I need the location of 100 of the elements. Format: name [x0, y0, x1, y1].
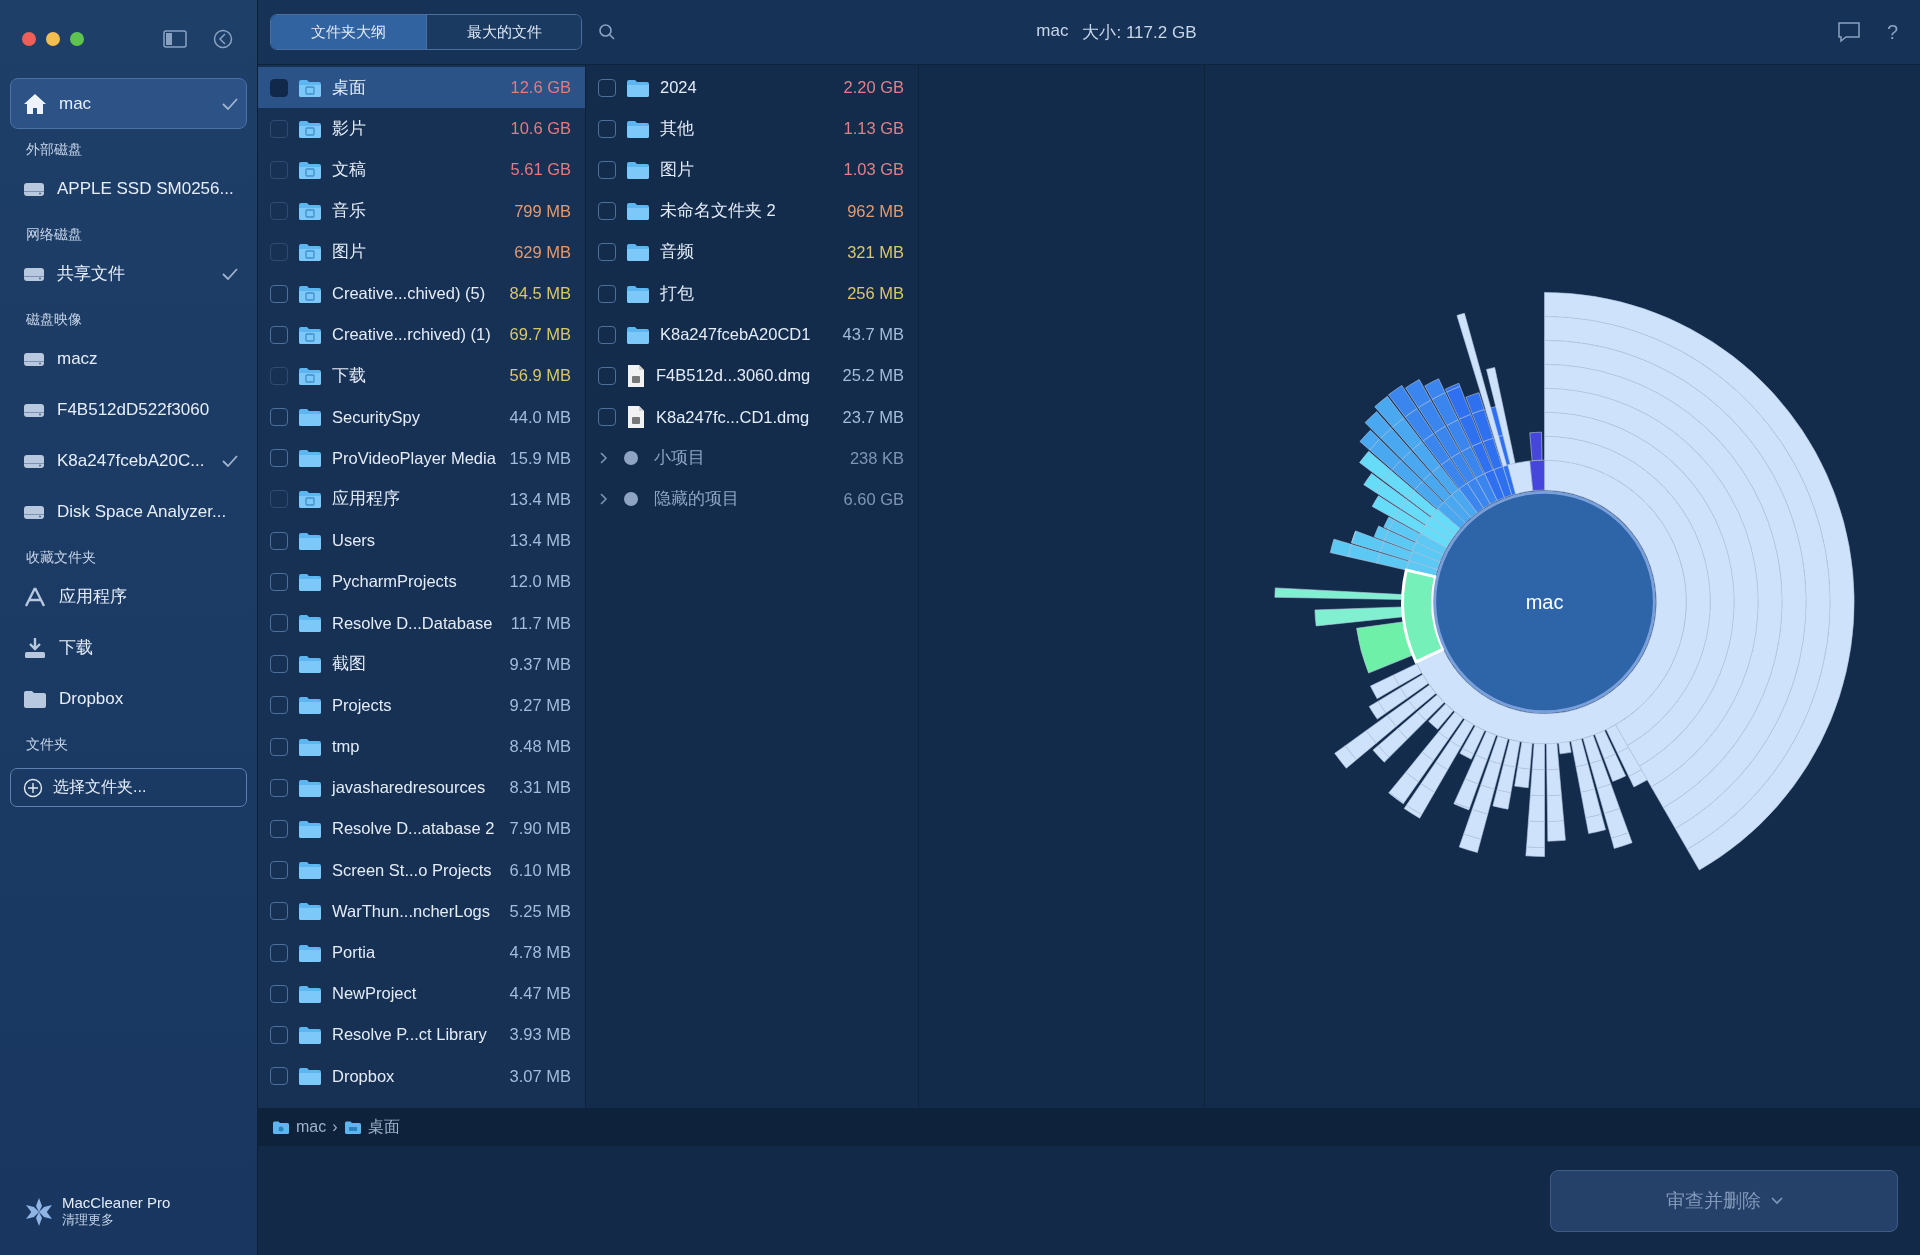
group-row[interactable]: 隐藏的项目 6.60 GB: [586, 478, 918, 521]
checkbox[interactable]: [270, 531, 288, 550]
file-name: Projects: [332, 695, 393, 715]
sidebar-item[interactable]: APPLE SSD SM0256...: [10, 163, 247, 214]
disk-image-file-icon: [626, 405, 646, 430]
folder-icon: [298, 571, 322, 592]
breadcrumb-item[interactable]: mac: [272, 1118, 327, 1136]
checkbox[interactable]: [270, 284, 288, 303]
back-icon[interactable]: [213, 29, 233, 49]
special-folder-icon: [298, 324, 322, 345]
sidebar-item[interactable]: F4B512dD522f3060: [10, 384, 247, 435]
checkbox[interactable]: [598, 408, 616, 427]
sidebar-item[interactable]: 共享文件: [10, 248, 247, 299]
choose-folder-button[interactable]: 选择文件夹...: [10, 768, 247, 807]
file-row[interactable]: PycharmProjects 12.0 MB: [258, 561, 585, 603]
file-row[interactable]: Dropbox 3.07 MB: [258, 1055, 585, 1097]
checkbox[interactable]: [270, 819, 288, 838]
drive-icon: [23, 503, 45, 520]
checkbox[interactable]: [270, 778, 288, 797]
file-row[interactable]: Creative...chived) (5) 84.5 MB: [258, 272, 585, 315]
sidebar-item[interactable]: Dropbox: [10, 673, 247, 724]
sidebar-item[interactable]: 下载: [10, 622, 247, 673]
sunburst-drawing[interactable]: [1274, 292, 1855, 871]
file-row[interactable]: NewProject 4.47 MB: [258, 973, 585, 1015]
file-row[interactable]: Portia 4.78 MB: [258, 931, 585, 974]
file-row[interactable]: F4B512d...3060.dmg 25.2 MB: [586, 355, 918, 397]
checkbox[interactable]: [270, 78, 288, 97]
checkbox[interactable]: [598, 325, 616, 344]
file-row[interactable]: Resolve D...atabase 2 7.90 MB: [258, 808, 585, 850]
zoom-window-button[interactable]: [70, 32, 84, 46]
file-row[interactable]: Users 13.4 MB: [258, 520, 585, 562]
selected-file-row[interactable]: 桌面 12.6 GB: [258, 67, 585, 109]
checkbox[interactable]: [598, 366, 616, 385]
breadcrumb-item[interactable]: 桌面: [343, 1116, 400, 1138]
file-name: 其他: [660, 117, 695, 139]
file-size: 8.48 MB: [509, 737, 571, 757]
file-row[interactable]: 其他 1.13 GB: [586, 108, 918, 150]
section-header: 收藏文件夹: [25, 548, 97, 567]
sidebar-item[interactable]: mac: [10, 78, 247, 129]
checkbox[interactable]: [598, 119, 616, 138]
file-row[interactable]: WarThun...ncherLogs 5.25 MB: [258, 890, 585, 932]
view-tab[interactable]: 文件夹大纲: [271, 15, 426, 49]
file-row[interactable]: SecuritySpy 44.0 MB: [258, 396, 585, 438]
sidebar-item[interactable]: 应用程序: [10, 571, 247, 622]
file-row[interactable]: Resolve D...Database 11.7 MB: [258, 602, 585, 644]
file-size: 321 MB: [847, 242, 904, 262]
group-row[interactable]: 小项目 238 KB: [586, 437, 918, 479]
checkbox[interactable]: [270, 1067, 288, 1086]
sidebar-item[interactable]: K8a247fcebA20C...: [10, 435, 247, 486]
file-row[interactable]: Resolve P...ct Library 3.93 MB: [258, 1014, 585, 1056]
close-window-button[interactable]: [22, 32, 36, 46]
file-row[interactable]: Screen St...o Projects 6.10 MB: [258, 849, 585, 891]
folder-icon: [626, 324, 650, 345]
checkbox[interactable]: [598, 202, 616, 221]
checkbox[interactable]: [270, 696, 288, 715]
sidebar-toggle-icon[interactable]: [163, 30, 187, 48]
checkbox[interactable]: [270, 984, 288, 1003]
file-row[interactable]: javasharedresources 8.31 MB: [258, 767, 585, 809]
help-button[interactable]: ?: [1876, 20, 1908, 44]
file-name: 影片: [332, 117, 367, 139]
checkbox[interactable]: [270, 655, 288, 674]
file-size: 13.4 MB: [509, 489, 571, 509]
checkbox[interactable]: [270, 1025, 288, 1044]
file-row[interactable]: Projects 9.27 MB: [258, 684, 585, 726]
checkbox[interactable]: [270, 449, 288, 468]
view-tab[interactable]: 最大的文件: [426, 15, 581, 49]
checkbox[interactable]: [270, 408, 288, 427]
file-size: 69.7 MB: [509, 325, 571, 345]
file-row[interactable]: Creative...rchived) (1) 69.7 MB: [258, 314, 585, 356]
file-row[interactable]: K8a247fc...CD1.dmg 23.7 MB: [586, 396, 918, 438]
file-row[interactable]: 图片 1.03 GB: [586, 149, 918, 191]
sidebar-item[interactable]: Disk Space Analyzer...: [10, 486, 247, 537]
checkbox[interactable]: [598, 243, 616, 262]
checkbox[interactable]: [270, 861, 288, 880]
checkbox[interactable]: [270, 572, 288, 591]
sidebar-item[interactable]: macz: [10, 333, 247, 384]
file-row[interactable]: 打包 256 MB: [586, 272, 918, 315]
file-row[interactable]: ProVideoPlayer Media 15.9 MB: [258, 437, 585, 479]
checkbox[interactable]: [270, 737, 288, 756]
checkbox[interactable]: [598, 78, 616, 97]
file-row[interactable]: 2024 2.20 GB: [586, 67, 918, 109]
minimize-window-button[interactable]: [46, 32, 60, 46]
checkbox[interactable]: [270, 943, 288, 962]
file-row[interactable]: tmp 8.48 MB: [258, 726, 585, 768]
checkbox[interactable]: [270, 614, 288, 633]
file-row[interactable]: K8a247fcebA20CD1 43.7 MB: [586, 314, 918, 356]
file-name: F4B512d...3060.dmg: [656, 366, 812, 386]
file-size: 10.6 GB: [510, 119, 571, 139]
file-row[interactable]: 截图 9.37 MB: [258, 643, 585, 685]
file-size: 23.7 MB: [842, 407, 904, 427]
checkbox[interactable]: [270, 902, 288, 921]
home-icon: [23, 92, 47, 115]
checkbox[interactable]: [270, 325, 288, 344]
file-row[interactable]: 未命名文件夹 2 962 MB: [586, 190, 918, 232]
file-row[interactable]: 音频 321 MB: [586, 231, 918, 273]
search-icon[interactable]: [598, 23, 616, 41]
checkbox[interactable]: [598, 160, 616, 179]
chat-bubble-icon[interactable]: [1836, 21, 1861, 43]
checkbox[interactable]: [598, 284, 616, 303]
folder-icon: [298, 777, 322, 798]
